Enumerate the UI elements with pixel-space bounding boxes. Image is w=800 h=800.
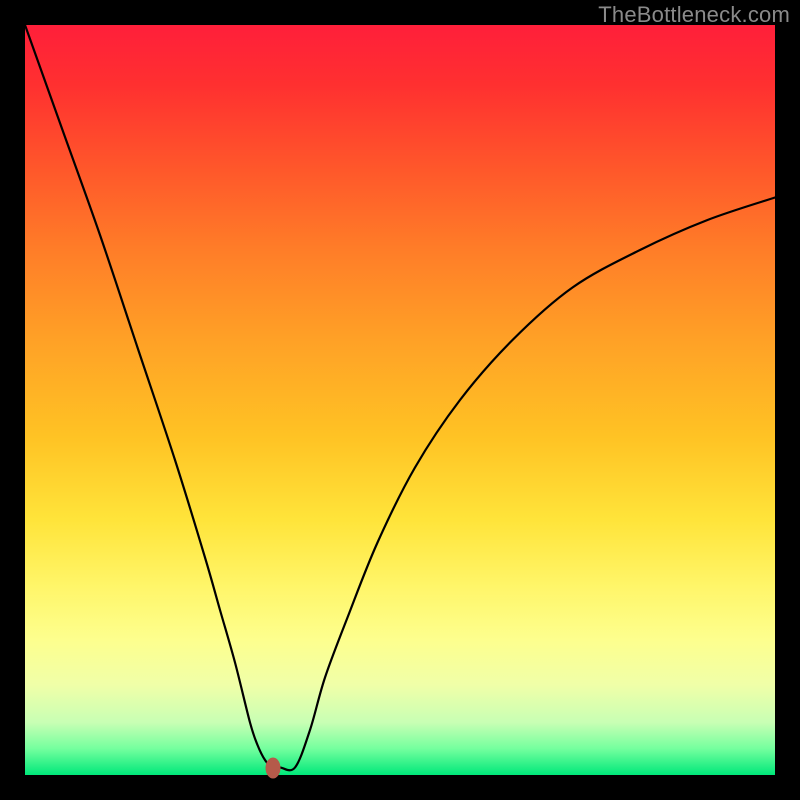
chart-frame: TheBottleneck.com (0, 0, 800, 800)
watermark-text: TheBottleneck.com (598, 2, 790, 28)
curve-path (25, 25, 775, 770)
plot-area (25, 25, 775, 775)
minimum-marker (265, 757, 280, 778)
bottleneck-curve (25, 25, 775, 775)
